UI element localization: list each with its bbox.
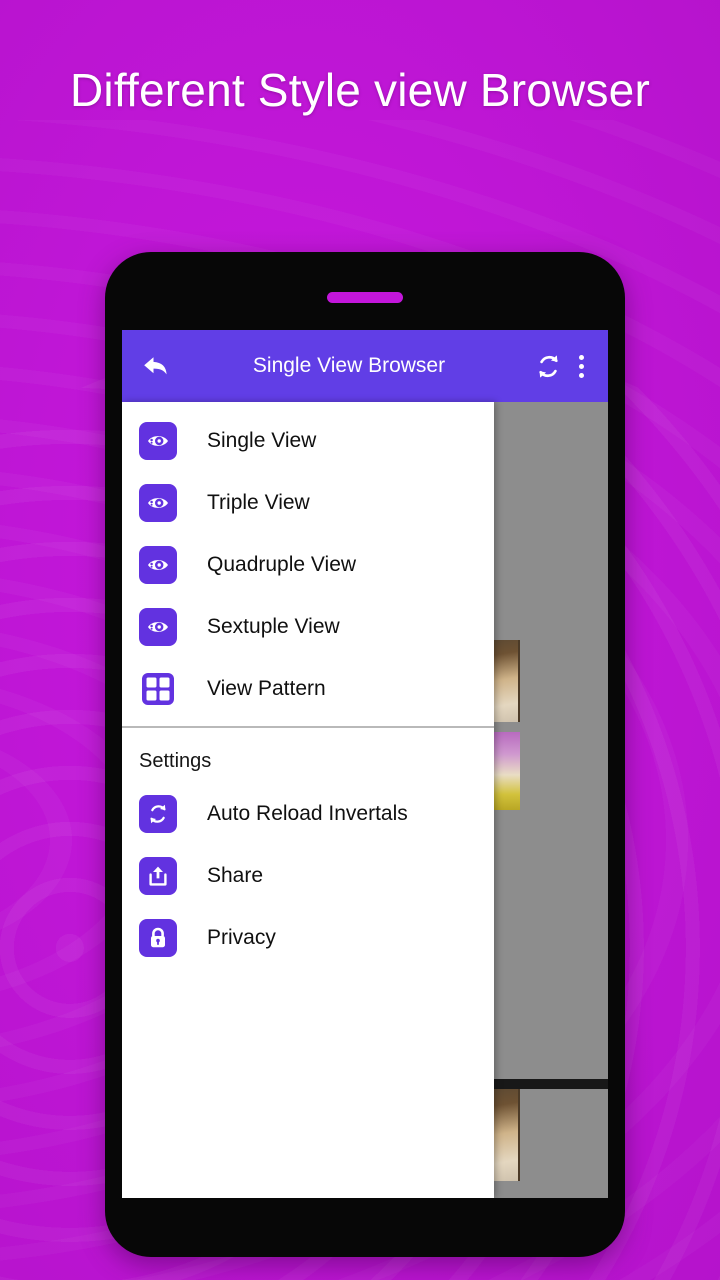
drawer-item-label: Auto Reload Invertals xyxy=(207,802,408,825)
drawer-item-label: Share xyxy=(207,864,264,887)
drawer-item-single-view[interactable]: Single View xyxy=(122,410,494,472)
back-arrow-icon xyxy=(142,354,170,378)
drawer-item-triple-view[interactable]: Triple View xyxy=(122,472,494,534)
reload-icon xyxy=(139,795,177,833)
view-mode-menu: Single View Triple View Quadruple View S… xyxy=(122,402,494,720)
drawer-item-label: Triple View xyxy=(207,491,310,514)
navigation-drawer: Single View Triple View Quadruple View S… xyxy=(122,402,494,1198)
drawer-item-label: Single View xyxy=(207,429,317,452)
overflow-menu-icon xyxy=(578,372,584,378)
toolbar-title: Single View Browser xyxy=(252,354,446,377)
drawer-item-label: Privacy xyxy=(207,926,276,949)
drawer-item-view-pattern[interactable]: View Pattern xyxy=(122,658,494,720)
reload-button[interactable] xyxy=(528,346,568,386)
app-toolbar: Single View Browser xyxy=(122,330,608,402)
drawer-item-label: View Pattern xyxy=(207,677,326,700)
eye-icon xyxy=(139,422,177,460)
promo-headline: Different Style view Browser xyxy=(70,64,650,116)
page-thumbnail-image xyxy=(492,1089,520,1181)
promo-screenshot: Different Style view Browser Single View… xyxy=(0,0,720,1280)
drawer-item-privacy[interactable]: Privacy xyxy=(122,907,494,969)
phone-device-frame: Single View Browser Single View Triple V… xyxy=(105,252,625,1257)
eye-icon xyxy=(139,546,177,584)
overflow-menu-icon xyxy=(578,354,584,360)
grid-pattern-icon xyxy=(139,670,177,708)
eye-icon xyxy=(139,608,177,646)
reload-icon xyxy=(534,352,563,381)
eye-icon xyxy=(139,484,177,522)
drawer-item-auto-reload-intervals[interactable]: Auto Reload Invertals xyxy=(122,783,494,845)
drawer-item-quadruple-view[interactable]: Quadruple View xyxy=(122,534,494,596)
lock-icon xyxy=(139,919,177,957)
drawer-item-label: Quadruple View xyxy=(207,553,357,576)
overflow-menu-button[interactable] xyxy=(568,346,594,386)
phone-screen: Single View Browser Single View Triple V… xyxy=(122,330,608,1198)
share-icon xyxy=(139,857,177,895)
page-thumbnail-image xyxy=(492,732,520,810)
drawer-item-label: Sextuple View xyxy=(207,615,340,638)
drawer-item-share[interactable]: Share xyxy=(122,845,494,907)
settings-section-header: Settings xyxy=(139,750,212,772)
overflow-menu-icon xyxy=(578,363,584,369)
drawer-item-sextuple-view[interactable]: Sextuple View xyxy=(122,596,494,658)
settings-menu: Auto Reload Invertals Share Privacy xyxy=(122,783,494,969)
phone-speaker-grille xyxy=(327,292,403,303)
page-thumbnail-image xyxy=(492,640,520,722)
